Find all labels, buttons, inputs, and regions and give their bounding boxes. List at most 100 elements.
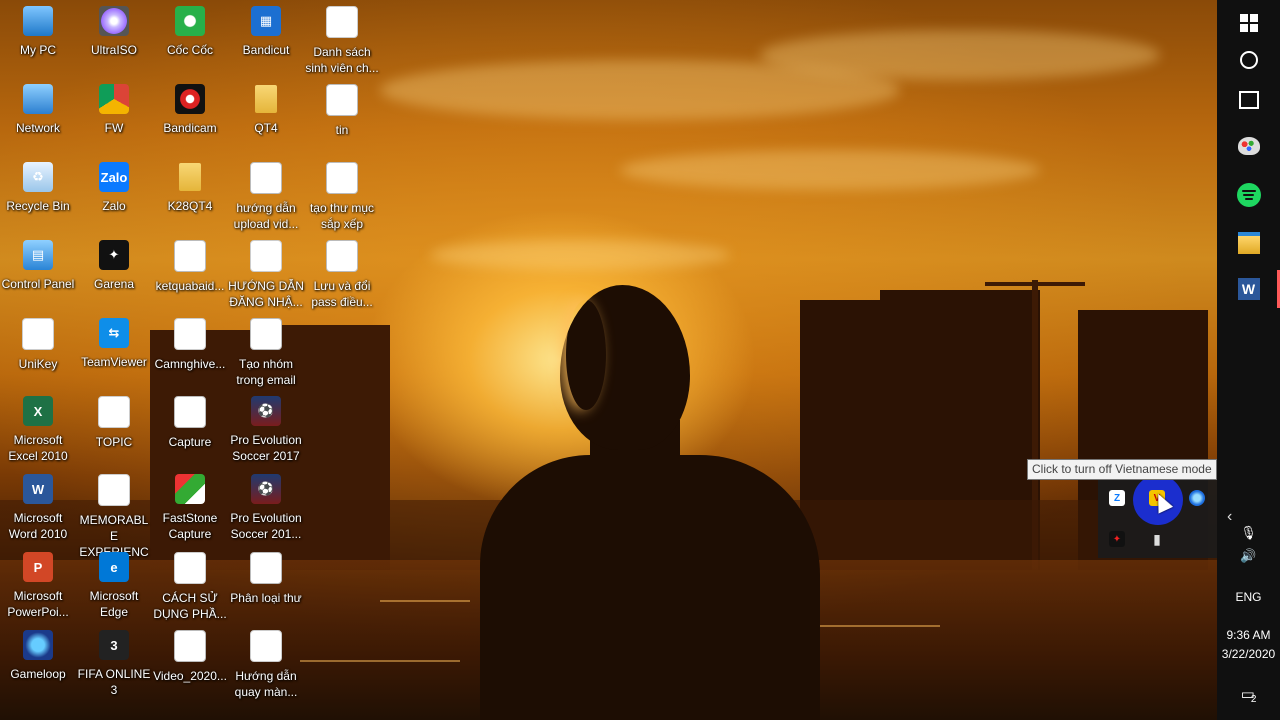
- unikey-icon: U: [22, 318, 54, 350]
- chrome-icon: [99, 84, 129, 114]
- paint-icon: [1237, 137, 1260, 155]
- desktop-icon-k28qt4[interactable]: K28QT4: [152, 158, 228, 214]
- gameloop-icon: [23, 630, 53, 660]
- desktop-icon-fifa-online[interactable]: 3 FIFA ONLINE 3: [76, 626, 152, 698]
- desktop-icon-bandicut[interactable]: ▦ Bandicut: [228, 2, 304, 58]
- word-icon: W: [1237, 278, 1260, 300]
- desktop-icon-tao-thu-muc[interactable]: ▶ tạo thư mục sắp xếp: [304, 158, 380, 232]
- image-file-icon: ▲: [174, 240, 206, 272]
- desktop-icon-ketquabaid[interactable]: ▲ ketquabaid...: [152, 236, 228, 294]
- pes-icon: ⚽: [251, 474, 281, 504]
- zalo-icon: Zalo: [99, 162, 129, 192]
- zalo-tray-icon[interactable]: Z: [1109, 490, 1125, 506]
- desktop-icon-coc-coc[interactable]: Cốc Cốc: [152, 2, 228, 58]
- desktop-icon-edge[interactable]: e Microsoft Edge: [76, 548, 152, 620]
- desktop-icon-garena[interactable]: ✦ Garena: [76, 236, 152, 292]
- word-document-icon: W: [250, 630, 282, 662]
- image-file-icon: ▲: [174, 396, 206, 428]
- video-file-icon: ▶: [326, 162, 358, 194]
- desktop-icon-my-pc[interactable]: My PC: [0, 2, 76, 58]
- teamviewer-icon: ⇆: [99, 318, 129, 348]
- video-file-icon: ▶: [174, 630, 206, 662]
- taskbar: W 🎙 🔊 ENG 9:36 AM 3/22/2020 ▭ 2: [1217, 0, 1280, 720]
- desktop-icon-unikey[interactable]: U UniKey: [0, 314, 76, 372]
- desktop-icon-recycle-bin[interactable]: ♻ Recycle Bin: [0, 158, 76, 214]
- show-hidden-icons-chevron-icon[interactable]: ‹: [1227, 508, 1232, 526]
- desktop-icon-huong-dan-dang-nhap[interactable]: W HƯỚNG DẪN ĐĂNG NHẬ...: [228, 236, 304, 310]
- task-view-button[interactable]: [1217, 77, 1280, 123]
- desktop-icon-zalo[interactable]: Zalo Zalo: [76, 158, 152, 214]
- desktop-icon-capture[interactable]: ▲ Capture: [152, 392, 228, 450]
- desktop-icon-cach-su-dung[interactable]: W CÁCH SỬ DỤNG PHẦ...: [152, 548, 228, 622]
- desktop-icon-tao-nhom[interactable]: ▶ Tạo nhóm trong email: [228, 314, 304, 388]
- powerpoint-icon: P: [23, 552, 53, 582]
- recycle-bin-icon: ♻: [23, 162, 53, 192]
- spotify-icon: [1236, 183, 1261, 207]
- video-file-icon: ▶: [250, 552, 282, 584]
- video-file-icon: ▶: [326, 240, 358, 272]
- bandicut-icon: ▦: [251, 6, 281, 36]
- desktop-icon-video-2020[interactable]: ▶ Video_2020...: [152, 626, 228, 684]
- desktop-icon-huong-dan-quay[interactable]: W Hướng dẫn quay màn...: [228, 626, 304, 700]
- word-document-icon: W: [174, 318, 206, 350]
- taskbar-word[interactable]: W: [1217, 266, 1280, 312]
- computer-icon: [23, 6, 53, 36]
- folder-icon: [179, 163, 201, 191]
- image-file-icon: ▲: [326, 84, 358, 116]
- desktop-icon-camnghive[interactable]: W Camnghive...: [152, 314, 228, 372]
- desktop-icon-excel[interactable]: X Microsoft Excel 2010: [0, 392, 76, 464]
- control-panel-icon: ▤: [23, 240, 53, 270]
- taskbar-paint[interactable]: [1217, 123, 1280, 169]
- desktop-icon-faststone[interactable]: FastStone Capture: [152, 470, 228, 542]
- disc-icon: [99, 6, 129, 36]
- pes-icon: ⚽: [251, 396, 281, 426]
- edge-icon: e: [99, 552, 129, 582]
- desktop-icon-qt4[interactable]: QT4: [228, 80, 304, 136]
- desktop-icon-ultraiso[interactable]: UltraISO: [76, 2, 152, 58]
- video-file-icon: ▶: [250, 318, 282, 350]
- desktop-icon-topic[interactable]: W TOPIC: [76, 392, 152, 450]
- cortana-icon: [1239, 51, 1258, 69]
- desktop-icon-danh-sach[interactable]: W Danh sách sinh viên ch...: [304, 2, 380, 76]
- desktop-icon-fw[interactable]: FW: [76, 80, 152, 136]
- desktop-icon-control-panel[interactable]: ▤ Control Panel: [0, 236, 76, 292]
- desktop-icon-bandicam[interactable]: Bandicam: [152, 80, 228, 136]
- notification-count: 2: [1250, 693, 1257, 705]
- clock-time[interactable]: 9:36 AM: [1217, 628, 1280, 642]
- language-indicator[interactable]: ENG: [1217, 590, 1280, 604]
- word-document-icon: W: [98, 396, 130, 428]
- volume-button[interactable]: 🔊: [1217, 545, 1280, 567]
- person-silhouette: [480, 455, 820, 720]
- desktop-icon-word-2010[interactable]: W Microsoft Word 2010: [0, 470, 76, 542]
- taskbar-spotify[interactable]: [1217, 172, 1280, 218]
- word-app-icon: W: [23, 474, 53, 504]
- desktop-icon-teamviewer[interactable]: ⇆ TeamViewer: [76, 314, 152, 370]
- garena-tray-icon[interactable]: ✦: [1109, 531, 1125, 547]
- desktop-icon-huong-dan-upload[interactable]: ▶ hướng dẫn upload vid...: [228, 158, 304, 232]
- network-icon: [23, 84, 53, 114]
- bandicam-icon: [175, 84, 205, 114]
- windows-start-icon: [1239, 14, 1258, 32]
- desktop-icon-network[interactable]: Network: [0, 80, 76, 136]
- desktop-icon-pes-201x[interactable]: ⚽ Pro Evolution Soccer 201...: [228, 470, 304, 542]
- word-document-icon: W: [326, 6, 358, 38]
- microphone-icon: 🎙: [1240, 525, 1257, 540]
- desktop-icon-tin[interactable]: ▲ tin: [304, 80, 380, 138]
- desktop-icon-luu-va-doi-pass[interactable]: ▶ Lưu và đổi pass điều...: [304, 236, 380, 310]
- fifa-icon: 3: [99, 630, 129, 660]
- video-file-icon: ▶: [250, 162, 282, 194]
- file-explorer-icon: [1237, 232, 1260, 254]
- task-view-icon: [1238, 91, 1259, 109]
- desktop-icon-phan-loai-thu[interactable]: ▶ Phân loại thư: [228, 548, 304, 606]
- desktop-icon-gameloop[interactable]: Gameloop: [0, 626, 76, 682]
- usb-tray-icon[interactable]: ▮: [1149, 531, 1165, 547]
- folder-icon: [255, 85, 277, 113]
- gameloop-tray-icon[interactable]: [1189, 490, 1205, 506]
- taskbar-file-explorer[interactable]: [1217, 220, 1280, 266]
- volume-icon: 🔊: [1240, 548, 1257, 563]
- desktop-icon-powerpoint[interactable]: P Microsoft PowerPoi...: [0, 548, 76, 620]
- faststone-icon: [175, 474, 205, 504]
- action-center-button[interactable]: ▭ 2: [1217, 674, 1280, 714]
- desktop-icon-pes-2017[interactable]: ⚽ Pro Evolution Soccer 2017: [228, 392, 304, 464]
- clock-date[interactable]: 3/22/2020: [1217, 647, 1280, 661]
